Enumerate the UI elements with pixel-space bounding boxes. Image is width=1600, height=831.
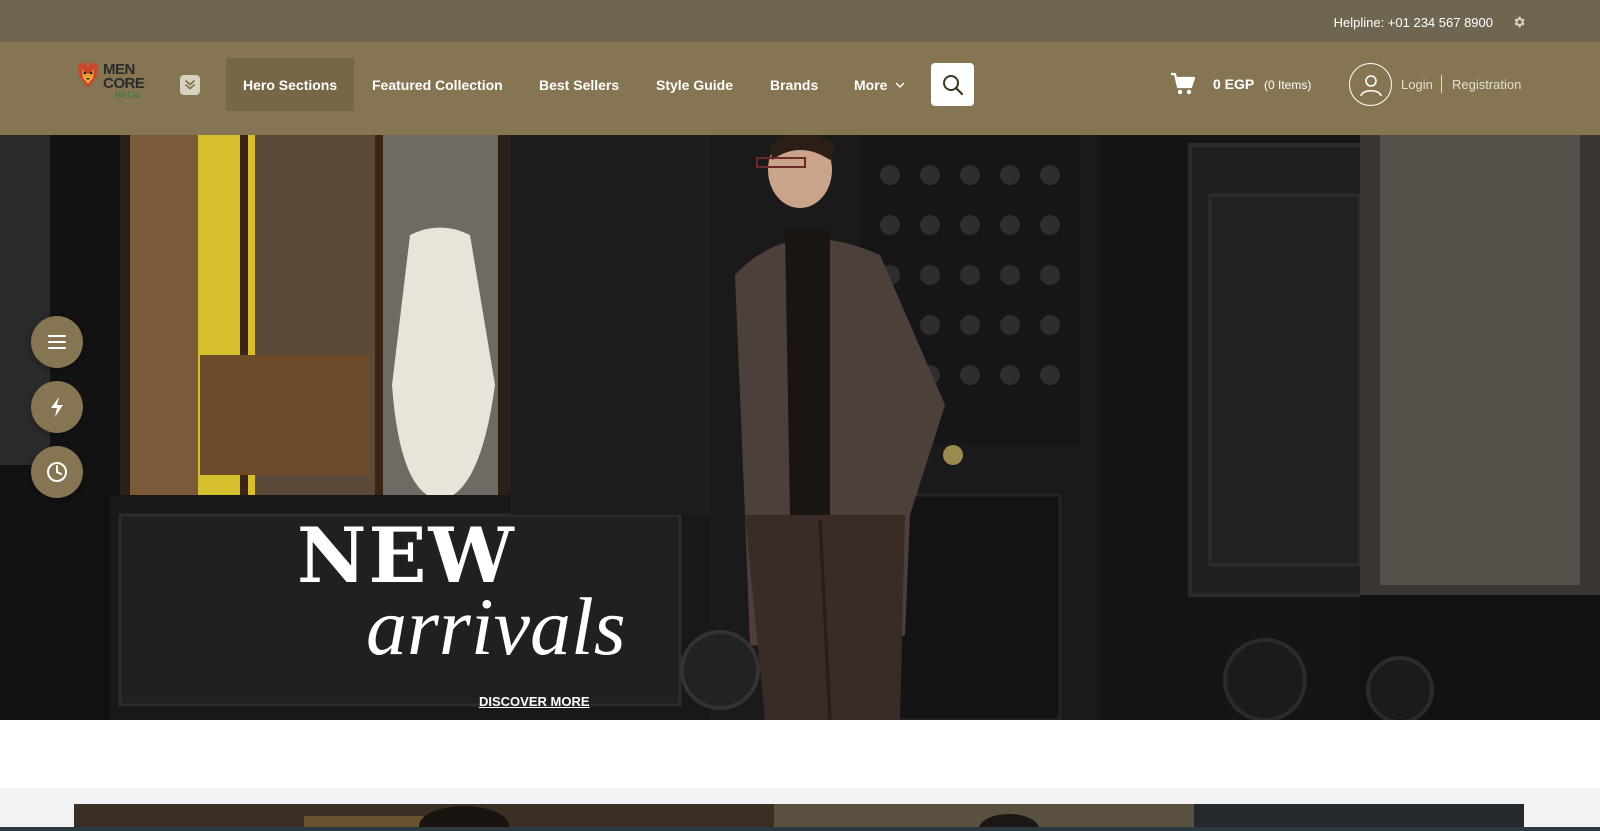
nav-label: Style Guide xyxy=(656,76,734,93)
chevron-double-down-icon xyxy=(185,80,195,90)
nav-featured-collection[interactable]: Featured Collection xyxy=(355,58,520,111)
top-bar: Helpline: +01 234 567 8900 xyxy=(0,0,1600,42)
cart-icon[interactable] xyxy=(1170,72,1196,96)
registration-link[interactable]: Registration xyxy=(1452,77,1521,92)
cart-total[interactable]: 0 EGP xyxy=(1213,76,1254,92)
nav-label: Hero Sections xyxy=(243,76,338,93)
cart-item-count[interactable]: (0 Items) xyxy=(1264,78,1311,92)
viewport-bottom-edge xyxy=(0,827,1600,831)
nav-best-sellers[interactable]: Best Sellers xyxy=(522,58,636,111)
user-icon xyxy=(1359,74,1382,96)
gear-icon[interactable] xyxy=(1512,15,1526,29)
search-button[interactable] xyxy=(931,63,974,106)
section-spacer xyxy=(0,720,1600,788)
hero-image xyxy=(0,135,1600,720)
nav-brands[interactable]: Brands xyxy=(753,58,835,111)
login-link[interactable]: Login xyxy=(1401,77,1433,92)
menu-toggle-button[interactable] xyxy=(180,75,200,95)
floating-flash-button[interactable] xyxy=(31,381,83,433)
discover-more-link[interactable]: DISCOVER MORE xyxy=(479,694,590,709)
logo-tagline: WeGo xyxy=(114,89,141,101)
nav-label: More xyxy=(854,76,888,93)
floating-menu-button[interactable] xyxy=(31,316,83,368)
brand-logo[interactable]: MEN CORE WeGo xyxy=(76,62,166,104)
floating-history-button[interactable] xyxy=(31,446,83,498)
chevron-down-icon xyxy=(895,82,905,88)
clock-icon xyxy=(47,462,67,482)
nav-label: Featured Collection xyxy=(372,76,503,93)
nav-label: Brands xyxy=(770,76,819,93)
nav-more-dropdown[interactable]: More xyxy=(837,58,922,111)
auth-divider xyxy=(1441,75,1442,93)
helpline-text: Helpline: +01 234 567 8900 xyxy=(1333,15,1493,30)
search-icon xyxy=(942,74,963,95)
lightning-icon xyxy=(51,397,63,417)
hero-banner: NEW arrivals DISCOVER MORE xyxy=(0,135,1600,720)
tiger-logo-icon xyxy=(78,62,98,88)
nav-hero-sections[interactable]: Hero Sections xyxy=(226,58,355,111)
nav-label: Best Sellers xyxy=(539,76,620,93)
menu-icon xyxy=(48,335,66,349)
hero-title-arrivals: arrivals xyxy=(366,581,626,672)
nav-style-guide[interactable]: Style Guide xyxy=(639,58,750,111)
account-avatar[interactable] xyxy=(1349,63,1392,106)
